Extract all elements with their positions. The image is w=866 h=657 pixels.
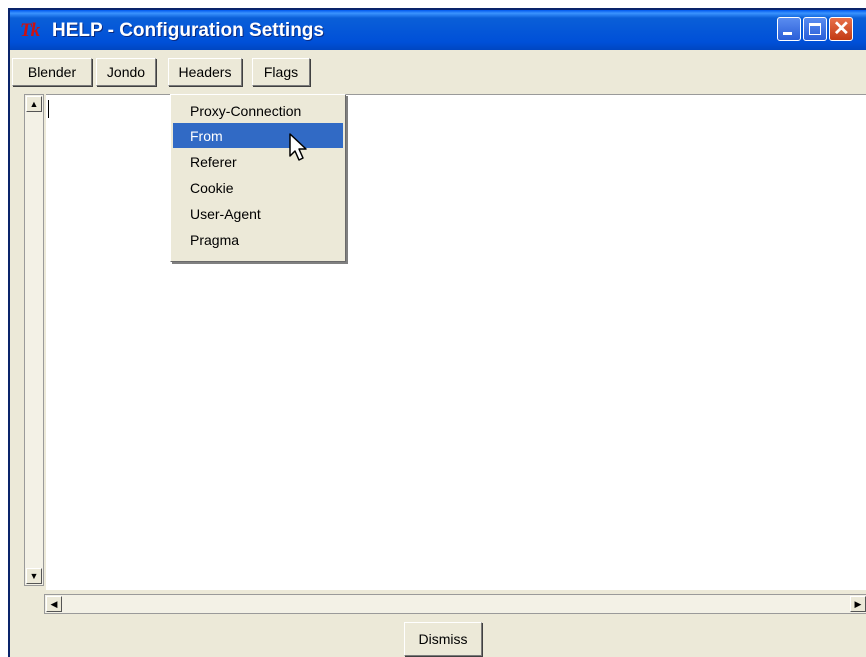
horizontal-scrollbar[interactable]: ◀ ▶ [44, 594, 866, 614]
menu-headers[interactable]: Headers [168, 58, 242, 86]
scroll-right-arrow-icon[interactable]: ▶ [850, 596, 866, 612]
maximize-button[interactable] [803, 17, 827, 41]
minimize-icon [783, 32, 792, 35]
bottom-bar: Dismiss [10, 616, 866, 657]
text-caret [48, 100, 49, 118]
menu-item-pragma[interactable]: Pragma [173, 227, 343, 252]
maximize-icon [809, 23, 821, 35]
scroll-down-arrow-icon[interactable]: ▼ [26, 568, 42, 584]
help-window: Tk HELP - Configuration Settings ✕ Blend… [8, 8, 866, 657]
menu-item-cookie[interactable]: Cookie [173, 175, 343, 200]
menu-item-from[interactable]: From [173, 123, 343, 148]
menu-flags[interactable]: Flags [252, 58, 310, 86]
window-title: HELP - Configuration Settings [52, 20, 324, 41]
close-icon: ✕ [833, 18, 850, 40]
scroll-left-arrow-icon[interactable]: ◀ [46, 596, 62, 612]
menu-blender[interactable]: Blender [12, 58, 92, 86]
tk-logo: Tk [20, 20, 40, 41]
menu-bar: Blender Jondo Headers Flags [10, 50, 866, 90]
mouse-cursor-icon [289, 133, 307, 161]
close-button[interactable]: ✕ [829, 17, 853, 41]
headers-dropdown-menu: Proxy-Connection From Referer Cookie Use… [170, 94, 346, 262]
menu-item-user-agent[interactable]: User-Agent [173, 201, 343, 226]
help-text-area[interactable] [46, 94, 866, 590]
minimize-button[interactable] [777, 17, 801, 41]
vertical-scrollbar[interactable]: ▲ ▼ [24, 94, 44, 586]
menu-item-referer[interactable]: Referer [173, 149, 343, 174]
scroll-up-arrow-icon[interactable]: ▲ [26, 96, 42, 112]
title-bar[interactable]: Tk HELP - Configuration Settings ✕ [10, 10, 866, 50]
dismiss-button[interactable]: Dismiss [404, 622, 482, 656]
menu-item-proxy-connection[interactable]: Proxy-Connection [173, 98, 343, 123]
menu-jondo[interactable]: Jondo [96, 58, 156, 86]
